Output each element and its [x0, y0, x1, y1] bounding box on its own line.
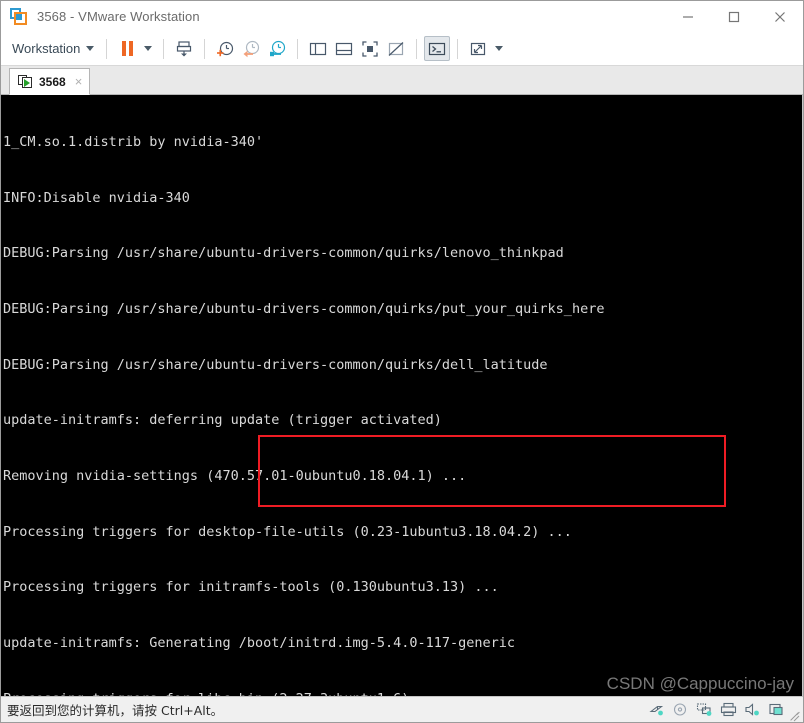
- stretch-dropdown-button[interactable]: [491, 36, 507, 61]
- vm-running-icon: [18, 74, 33, 89]
- watermark-text: CSDN @Cappuccino-jay: [606, 674, 794, 693]
- toolbar-divider: [297, 38, 299, 59]
- pause-vm-button[interactable]: [114, 36, 140, 61]
- library-panel-icon: [310, 42, 327, 55]
- printer-icon[interactable]: [720, 702, 737, 717]
- vmware-logo-icon: [10, 7, 28, 26]
- close-icon[interactable]: [757, 1, 803, 32]
- tab-close-icon[interactable]: ×: [75, 75, 83, 88]
- tab-3568[interactable]: 3568 ×: [9, 68, 91, 95]
- minimize-icon[interactable]: [665, 1, 711, 32]
- toolbar-divider: [457, 38, 459, 59]
- window-resize-grip[interactable]: [788, 707, 801, 722]
- window-controls: [665, 1, 803, 32]
- tab-label: 3568: [39, 74, 66, 89]
- snapshot-manager-button[interactable]: [264, 36, 290, 61]
- vmware-workstation-window: 3568 - VMware Workstation Workstation 35…: [0, 0, 804, 723]
- show-library-button[interactable]: [305, 36, 331, 61]
- power-dropdown-button[interactable]: [140, 36, 156, 61]
- terminal-line: DEBUG:Parsing /usr/share/ubuntu-drivers-…: [3, 301, 605, 318]
- terminal-line: update-initramfs: deferring update (trig…: [3, 412, 442, 429]
- terminal-line: INFO:Disable nvidia-340: [3, 189, 190, 206]
- workstation-menu-label: Workstation: [12, 41, 81, 56]
- title-bar: 3568 - VMware Workstation: [1, 1, 803, 32]
- clock-plus-icon: [217, 41, 234, 56]
- vm-tab-strip: 3568 ×: [1, 66, 803, 95]
- sound-card-icon[interactable]: [744, 702, 761, 717]
- pause-icon: [121, 41, 133, 56]
- unity-mode-button[interactable]: [383, 36, 409, 61]
- enter-fullscreen-button[interactable]: [357, 36, 383, 61]
- toolbar-divider: [163, 38, 165, 59]
- vm-console[interactable]: 1_CM.so.1.distrib by nvidia-340' INFO:Di…: [1, 95, 803, 696]
- status-bar: 要返回到您的计算机，请按 Ctrl+Alt。: [1, 696, 803, 722]
- usb-device-icon[interactable]: [768, 702, 785, 717]
- window-title: 3568 - VMware Workstation: [37, 9, 200, 24]
- network-adapter-icon[interactable]: [696, 702, 713, 717]
- take-snapshot-button[interactable]: [212, 36, 238, 61]
- thumbnail-bar-icon: [336, 42, 353, 55]
- revert-snapshot-button[interactable]: [238, 36, 264, 61]
- clock-wrench-icon: [270, 40, 286, 56]
- stretch-guest-button[interactable]: [465, 36, 491, 61]
- main-toolbar: Workstation: [1, 32, 803, 66]
- console-prompt-icon: [429, 42, 446, 55]
- unity-mode-disabled-icon: [388, 41, 404, 56]
- maximize-icon[interactable]: [711, 1, 757, 32]
- hard-disk-icon[interactable]: [648, 702, 665, 717]
- terminal-line: 1_CM.so.1.distrib by nvidia-340': [3, 134, 264, 151]
- show-thumbnail-bar-button[interactable]: [331, 36, 357, 61]
- chevron-down-icon: [86, 46, 95, 51]
- send-ctrl-alt-del-button[interactable]: [171, 36, 197, 61]
- stretch-arrows-icon: [471, 42, 486, 55]
- cd-dvd-icon[interactable]: [672, 702, 689, 717]
- chevron-down-icon: [144, 46, 153, 51]
- status-message: 要返回到您的计算机，请按 Ctrl+Alt。: [7, 703, 224, 718]
- terminal-line: DEBUG:Parsing /usr/share/ubuntu-drivers-…: [3, 245, 564, 262]
- console-view-button[interactable]: [424, 36, 451, 61]
- terminal-output: 1_CM.so.1.distrib by nvidia-340' INFO:Di…: [3, 96, 802, 696]
- send-keys-icon: [177, 40, 192, 56]
- toolbar-divider: [204, 38, 206, 59]
- toolbar-divider: [416, 38, 418, 59]
- terminal-line: DEBUG:Parsing /usr/share/ubuntu-drivers-…: [3, 356, 548, 373]
- terminal-line: Removing nvidia-settings (470.57.01-0ubu…: [3, 467, 467, 484]
- terminal-line: update-initramfs: Generating /boot/initr…: [3, 634, 516, 651]
- workstation-menu-button[interactable]: Workstation: [8, 37, 99, 60]
- terminal-line: Processing triggers for desktop-file-uti…: [3, 523, 572, 540]
- clock-back-arrow-icon: [243, 40, 260, 57]
- fullscreen-icon: [362, 40, 379, 57]
- chevron-down-icon: [495, 46, 504, 51]
- status-device-icons: [648, 697, 785, 722]
- terminal-line: Processing triggers for initramfs-tools …: [3, 579, 499, 596]
- toolbar-divider: [106, 38, 108, 59]
